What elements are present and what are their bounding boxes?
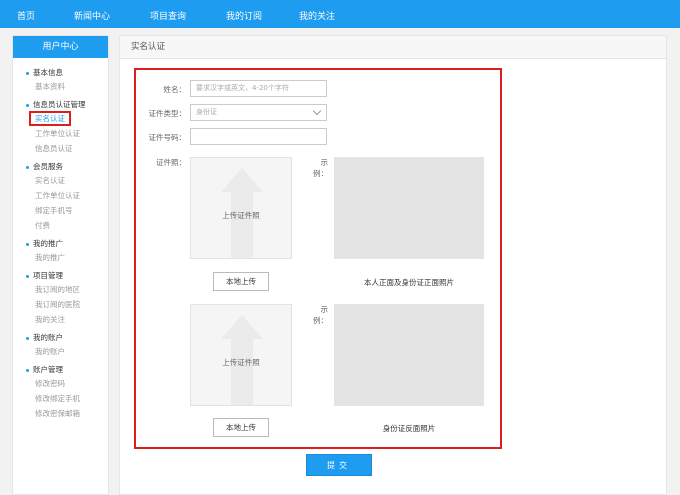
upload-front-text: 上传证件照: [222, 211, 260, 220]
sidebar-item-basic-profile[interactable]: 基本资料: [27, 79, 108, 94]
upload-front-area[interactable]: 上传证件照: [190, 157, 292, 259]
sample-back-caption: 身份证反面照片: [382, 424, 436, 433]
upload-back-text: 上传证件照: [222, 358, 260, 367]
id-type-label: 证件类型：: [148, 109, 187, 118]
name-input[interactable]: 要求汉字或英文，4-20个字符: [190, 80, 327, 97]
nav-home[interactable]: 首页: [17, 9, 35, 22]
sidebar-item-workplace-auth[interactable]: 工作单位认证: [27, 126, 108, 141]
nav-my-subscriptions[interactable]: 我的订阅: [226, 9, 262, 22]
chevron-down-icon: [312, 106, 322, 116]
group-title-promotion: 我的推广: [26, 238, 108, 250]
submit-button[interactable]: 提交: [306, 454, 372, 476]
active-item-highlight[interactable]: 实名认证: [29, 111, 71, 126]
sidebar-item-informant-auth[interactable]: 信息员认证: [27, 141, 108, 156]
photo-label: 证件照：: [156, 158, 186, 167]
group-title-project-mgmt: 项目管理: [26, 270, 108, 282]
group-title-informant-auth: 信息员认证管理: [26, 99, 108, 111]
sidebar-item-change-email[interactable]: 修改密保邮箱: [27, 406, 108, 421]
sidebar-item-my-follows[interactable]: 我的关注: [27, 312, 108, 327]
sidebar-item-subscribed-regions[interactable]: 我订阅的地区: [27, 282, 108, 297]
page-title: 实名认证: [120, 36, 666, 59]
sidebar-group-account-mgmt: 账户管理 修改密码 修改绑定手机 修改密保邮箱: [26, 364, 108, 421]
sidebar-title: 用户中心: [13, 36, 108, 58]
sidebar-group-informant-auth: 信息员认证管理 实名认证 工作单位认证 信息员认证: [26, 99, 108, 156]
sidebar-item-change-password[interactable]: 修改密码: [27, 376, 108, 391]
sidebar-item-change-phone[interactable]: 修改绑定手机: [27, 391, 108, 406]
sidebar-item-bind-phone[interactable]: 绑定手机号: [27, 203, 108, 218]
nav-news[interactable]: 新闻中心: [74, 9, 110, 22]
sidebar-group-my-account: 我的账户 我的账户: [26, 332, 108, 359]
upload-front-button[interactable]: 本地上传: [213, 272, 269, 291]
upload-arrow-icon: [221, 315, 263, 405]
name-label: 姓名：: [163, 85, 187, 94]
sidebar-group-basic-info: 基本信息 基本资料: [26, 67, 108, 94]
realname-form-highlight: 姓名： 要求汉字或英文，4-20个字符 证件类型： 身份证 证件号码： 证件照：…: [134, 68, 502, 449]
sidebar-group-membership: 会员服务 实名认证 工作单位认证 绑定手机号 付费: [26, 161, 108, 233]
id-type-select[interactable]: 身份证: [190, 104, 327, 121]
upload-back-area[interactable]: 上传证件照: [190, 304, 292, 406]
group-title-basic-info: 基本信息: [26, 67, 108, 79]
sample-front-caption: 本人正面及身份证正面照片: [364, 278, 454, 287]
sidebar-item-my-promotion[interactable]: 我的推广: [27, 250, 108, 265]
sidebar-group-project-mgmt: 项目管理 我订阅的地区 我订阅的医院 我的关注: [26, 270, 108, 327]
id-number-label: 证件号码：: [148, 133, 187, 142]
group-title-account-mgmt: 账户管理: [26, 364, 108, 376]
id-type-value: 身份证: [196, 108, 217, 116]
nav-my-follows[interactable]: 我的关注: [299, 9, 335, 22]
sidebar-item-member-realname[interactable]: 实名认证: [27, 173, 108, 188]
sample-back-image: [334, 304, 484, 406]
sidebar-item-realname-auth-active[interactable]: 实名认证: [27, 111, 108, 126]
sample-front-image: [334, 157, 484, 259]
main-panel: 实名认证 姓名： 要求汉字或英文，4-20个字符 证件类型： 身份证 证件号码：…: [119, 35, 667, 495]
sidebar-item-member-workplace[interactable]: 工作单位认证: [27, 188, 108, 203]
group-title-membership: 会员服务: [26, 161, 108, 173]
nav-project-search[interactable]: 项目查询: [150, 9, 186, 22]
top-nav-bar: 首页 新闻中心 项目查询 我的订阅 我的关注: [0, 0, 680, 28]
sidebar-item-my-account[interactable]: 我的账户: [27, 344, 108, 359]
group-title-my-account: 我的账户: [26, 332, 108, 344]
upload-arrow-icon: [221, 168, 263, 258]
upload-back-button[interactable]: 本地上传: [213, 418, 269, 437]
sidebar-group-promotion: 我的推广 我的推广: [26, 238, 108, 265]
id-number-input[interactable]: [190, 128, 327, 145]
sidebar: 用户中心 基本信息 基本资料 信息员认证管理 实名认证 工作单位认证 信息员认证…: [12, 35, 109, 495]
sidebar-item-payment[interactable]: 付费: [27, 218, 108, 233]
sample-back-label: 示例：: [313, 305, 328, 325]
sample-front-label: 示例：: [313, 158, 328, 178]
sidebar-item-subscribed-hospitals[interactable]: 我订阅的医院: [27, 297, 108, 312]
